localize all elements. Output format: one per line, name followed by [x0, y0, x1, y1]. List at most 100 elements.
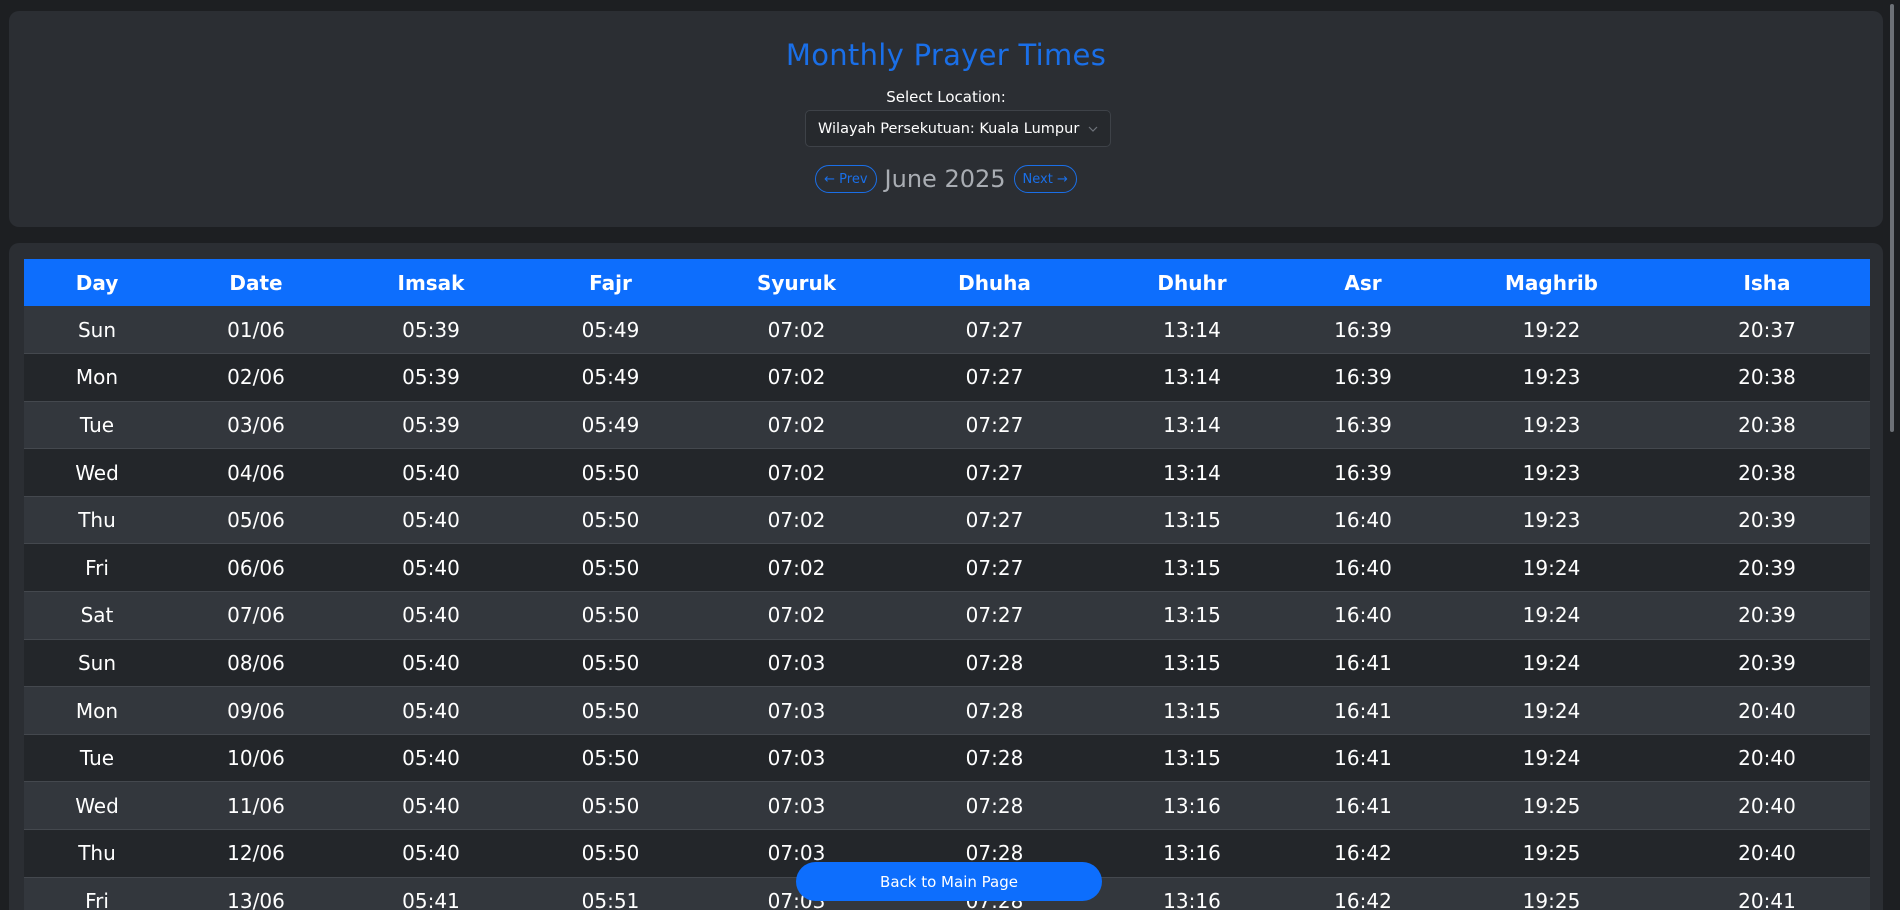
cell-dhuha: 07:27 [892, 543, 1097, 593]
cell-imsak: 05:40 [342, 496, 520, 545]
cell-dhuhr: 13:15 [1097, 543, 1287, 593]
cell-dhuhr: 13:15 [1097, 686, 1287, 735]
cell-imsak: 05:41 [342, 877, 520, 910]
prev-month-button[interactable]: ← Prev [815, 165, 877, 193]
month-nav: ← Prev June 2025 Next → [9, 163, 1883, 195]
cell-asr: 16:39 [1287, 448, 1439, 497]
cell-imsak: 05:40 [342, 591, 520, 640]
cell-fajr: 05:50 [520, 496, 701, 545]
cell-fajr: 05:50 [520, 639, 701, 688]
cell-maghrib: 19:24 [1439, 686, 1664, 735]
cell-imsak: 05:39 [342, 306, 520, 355]
cell-date: 05/06 [170, 496, 342, 545]
cell-day: Fri [24, 877, 170, 910]
table-row: Sat 07/06 05:40 05:50 07:02 07:27 13:15 16:40 19… [24, 591, 1870, 640]
column-header-dhuha: Dhuha [892, 259, 1097, 306]
cell-fajr: 05:49 [520, 401, 701, 450]
cell-day: Sat [24, 591, 170, 640]
table-row: Fri 06/06 05:40 05:50 07:02 07:27 13:15 16:40 19… [24, 543, 1870, 593]
cell-isha: 20:40 [1664, 781, 1870, 831]
table-row: Wed 04/06 05:40 05:50 07:02 07:27 13:14 16:39 19… [24, 448, 1870, 497]
cell-isha: 20:39 [1664, 639, 1870, 688]
prayer-times-table: Day Date Imsak Fajr Syuruk Dhuha Dhuhr Asr Maghr… [24, 259, 1870, 910]
cell-isha: 20:40 [1664, 734, 1870, 783]
cell-fajr: 05:49 [520, 306, 701, 355]
cell-maghrib: 19:24 [1439, 639, 1664, 688]
column-header-day: Day [24, 259, 170, 306]
cell-syuruk: 07:02 [701, 543, 892, 593]
cell-maghrib: 19:24 [1439, 543, 1664, 593]
column-header-asr: Asr [1287, 259, 1439, 306]
cell-day: Fri [24, 543, 170, 593]
cell-isha: 20:38 [1664, 448, 1870, 497]
cell-date: 02/06 [170, 353, 342, 402]
scrollbar-thumb[interactable] [1890, 4, 1894, 432]
table-header-row: Day Date Imsak Fajr Syuruk Dhuha Dhuhr Asr Maghr… [24, 259, 1870, 306]
next-button-label: Next [1022, 171, 1053, 187]
cell-day: Sun [24, 306, 170, 355]
cell-day: Thu [24, 829, 170, 878]
cell-fajr: 05:50 [520, 591, 701, 640]
cell-asr: 16:39 [1287, 401, 1439, 450]
cell-date: 03/06 [170, 401, 342, 450]
cell-asr: 16:40 [1287, 496, 1439, 545]
cell-asr: 16:40 [1287, 543, 1439, 593]
cell-day: Wed [24, 781, 170, 831]
next-month-button[interactable]: Next → [1013, 165, 1077, 193]
cell-maghrib: 19:23 [1439, 496, 1664, 545]
scrollbar[interactable] [1883, 0, 1900, 910]
cell-asr: 16:42 [1287, 877, 1439, 910]
column-header-date: Date [170, 259, 342, 306]
cell-isha: 20:37 [1664, 306, 1870, 355]
location-label: Select Location: [886, 88, 1006, 106]
cell-imsak: 05:40 [342, 639, 520, 688]
cell-asr: 16:39 [1287, 306, 1439, 355]
cell-maghrib: 19:23 [1439, 448, 1664, 497]
cell-syuruk: 07:02 [701, 591, 892, 640]
column-header-fajr: Fajr [520, 259, 701, 306]
table-row: Tue 10/06 05:40 05:50 07:03 07:28 13:15 16:41 19… [24, 734, 1870, 783]
back-to-main-button[interactable]: Back to Main Page [796, 862, 1102, 901]
cell-maghrib: 19:25 [1439, 829, 1664, 878]
cell-imsak: 05:40 [342, 829, 520, 878]
cell-day: Mon [24, 353, 170, 402]
cell-asr: 16:39 [1287, 353, 1439, 402]
chevron-down-icon [1088, 126, 1098, 132]
table-row: Mon 09/06 05:40 05:50 07:03 07:28 13:15 16:41 19… [24, 686, 1870, 735]
cell-day: Tue [24, 734, 170, 783]
cell-dhuhr: 13:16 [1097, 781, 1287, 831]
header-panel: Monthly Prayer Times Select Location: Wi… [9, 11, 1883, 227]
cell-asr: 16:41 [1287, 686, 1439, 735]
table-row: Tue 03/06 05:39 05:49 07:02 07:27 13:14 16:39 19… [24, 401, 1870, 450]
cell-imsak: 05:39 [342, 401, 520, 450]
cell-fajr: 05:50 [520, 829, 701, 878]
cell-isha: 20:40 [1664, 686, 1870, 735]
cell-syuruk: 07:02 [701, 496, 892, 545]
location-select-value: Wilayah Persekutuan: Kuala Lumpur [818, 120, 1080, 137]
location-select[interactable]: Wilayah Persekutuan: Kuala Lumpur [805, 110, 1111, 147]
table-panel: Day Date Imsak Fajr Syuruk Dhuha Dhuhr Asr Maghr… [9, 243, 1883, 910]
cell-syuruk: 07:03 [701, 686, 892, 735]
cell-asr: 16:41 [1287, 781, 1439, 831]
cell-date: 08/06 [170, 639, 342, 688]
cell-dhuha: 07:28 [892, 639, 1097, 688]
cell-maghrib: 19:23 [1439, 401, 1664, 450]
cell-dhuha: 07:27 [892, 496, 1097, 545]
cell-date: 11/06 [170, 781, 342, 831]
cell-maghrib: 19:22 [1439, 306, 1664, 355]
column-header-syuruk: Syuruk [701, 259, 892, 306]
column-header-imsak: Imsak [342, 259, 520, 306]
table-row: Sun 01/06 05:39 05:49 07:02 07:27 13:14 16:39 19… [24, 306, 1870, 355]
cell-dhuha: 07:28 [892, 734, 1097, 783]
cell-day: Mon [24, 686, 170, 735]
table-body: Sun 01/06 05:39 05:49 07:02 07:27 13:14 16:39 19… [24, 306, 1870, 910]
cell-asr: 16:42 [1287, 829, 1439, 878]
arrow-right-icon: → [1052, 171, 1068, 187]
cell-fajr: 05:50 [520, 543, 701, 593]
cell-isha: 20:40 [1664, 829, 1870, 878]
cell-dhuhr: 13:15 [1097, 639, 1287, 688]
cell-date: 10/06 [170, 734, 342, 783]
cell-asr: 16:41 [1287, 734, 1439, 783]
prev-button-label: Prev [839, 171, 868, 187]
cell-dhuha: 07:27 [892, 591, 1097, 640]
